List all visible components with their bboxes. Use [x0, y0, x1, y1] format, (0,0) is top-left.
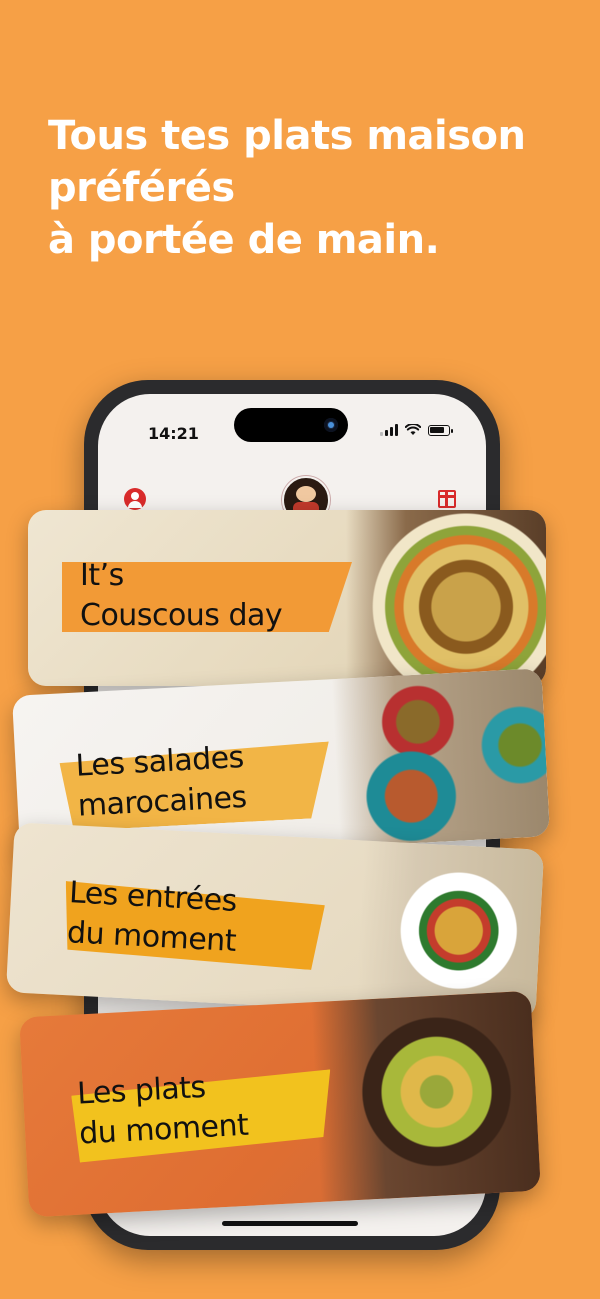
card-title: Les plats du moment	[76, 1066, 249, 1155]
card-title: Les entrées du moment	[66, 873, 239, 962]
category-card-plats[interactable]: Les plats du moment	[19, 990, 541, 1218]
headline-line-1: Tous tes plats maison	[48, 113, 526, 159]
dynamic-island	[234, 408, 348, 442]
card-title-line: du moment	[66, 915, 237, 959]
card-title: Les salades marocaines	[75, 738, 248, 827]
plats-photo	[310, 990, 541, 1202]
headline-line-3: à portée de main.	[48, 217, 440, 263]
status-time: 14:21	[148, 424, 199, 443]
salades-photo	[331, 668, 551, 848]
couscous-photo	[346, 510, 546, 686]
gift-icon[interactable]	[438, 490, 456, 508]
status-icons	[380, 424, 453, 436]
battery-icon	[428, 424, 453, 436]
card-title: It’s Couscous day	[80, 556, 283, 636]
camera-icon	[324, 418, 338, 432]
wifi-icon	[405, 424, 421, 435]
category-card-entrees[interactable]: Les entrées du moment	[5, 822, 545, 1020]
category-card-couscous[interactable]: It’s Couscous day	[28, 510, 546, 686]
home-indicator	[222, 1221, 358, 1226]
promo-headline: Tous tes plats maison préférés à portée …	[48, 110, 568, 266]
user-icon[interactable]	[124, 488, 146, 510]
card-title-line: Couscous day	[80, 598, 283, 633]
headline-line-2: préférés	[48, 165, 235, 211]
signal-icon	[380, 424, 398, 436]
card-title-line: It’s	[80, 558, 124, 593]
